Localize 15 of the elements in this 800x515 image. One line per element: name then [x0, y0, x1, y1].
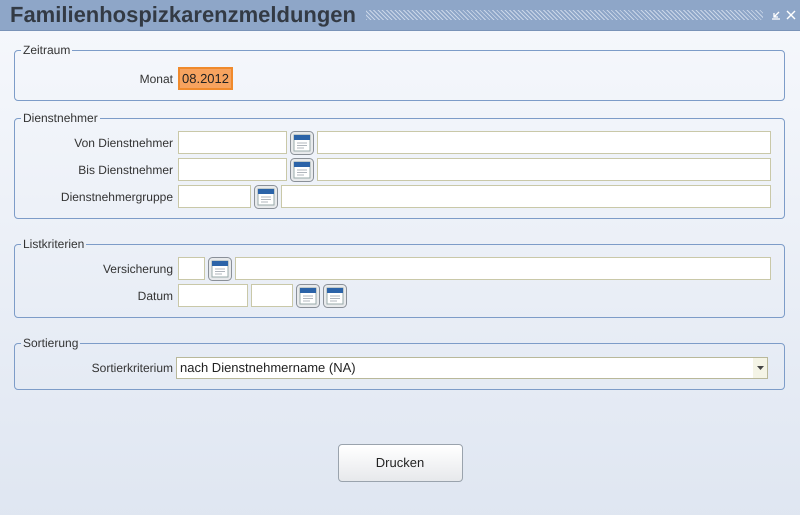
section-legend: Zeitraum [21, 41, 72, 59]
field-label: Dienstnehmergruppe [60, 188, 174, 206]
window-title: Familienhospizkarenzmeldungen [10, 4, 356, 26]
field-label: Versicherung [102, 260, 174, 278]
field-label: Datum [136, 288, 174, 304]
field-label: Von Dienstnehmer [73, 134, 174, 152]
field-label: Sortierkriterium [90, 360, 174, 376]
field-label: Bis Dienstnehmer [77, 162, 174, 178]
section-legend: Listkriterien [21, 235, 86, 253]
print-button[interactable]: Drucken [338, 444, 462, 482]
sort-dropdown[interactable]: nach Dienstnehmername (NA) [176, 356, 768, 378]
input-field[interactable]: 08.2012 [178, 67, 233, 90]
section-legend: Sortierung [21, 334, 80, 352]
section-legend: Dienstnehmer [21, 109, 100, 127]
field-label: Monat [138, 70, 174, 88]
